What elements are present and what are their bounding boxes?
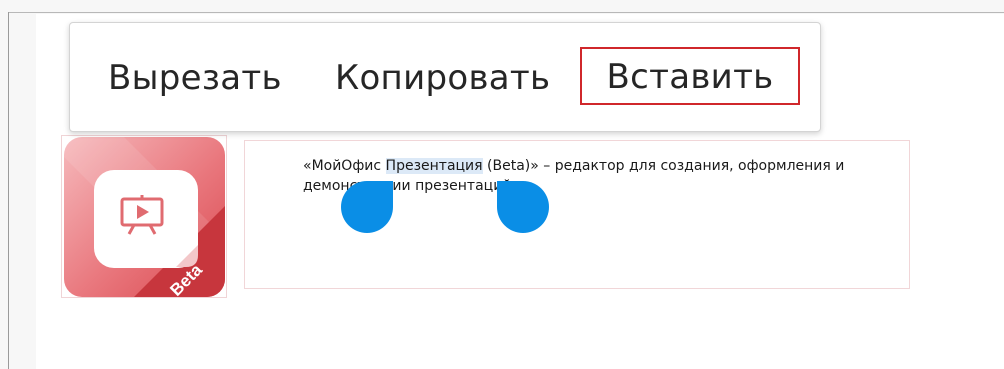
app-icon-frame[interactable]: Beta: [61, 135, 227, 298]
description-prefix: «МойОфис: [303, 158, 386, 174]
frame-left-border: [8, 12, 9, 369]
context-menu: Вырезать Копировать Вставить: [69, 22, 821, 132]
selected-text[interactable]: Презентация: [385, 158, 483, 174]
description-line2: демонстрации презентаций: [303, 178, 512, 194]
window-frame: Beta «МойОфис Презентация (Beta)» – реда…: [0, 0, 1004, 369]
presentation-screen-icon: Beta: [64, 137, 225, 297]
frame-top-border: [8, 12, 1004, 13]
selection-end-handle[interactable]: [497, 181, 549, 233]
menu-item-paste[interactable]: Вставить: [580, 47, 800, 105]
myoffice-presentation-app-icon: Beta: [64, 137, 225, 297]
description-text[interactable]: «МойОфис Презентация (Beta)» – редактор …: [303, 156, 903, 196]
menu-item-cut[interactable]: Вырезать: [108, 51, 282, 105]
description-box[interactable]: «МойОфис Презентация (Beta)» – редактор …: [244, 140, 910, 289]
description-line1-rest: (Beta)» – редактор для создания, оформле…: [482, 158, 845, 174]
menu-item-copy[interactable]: Копировать: [335, 51, 550, 105]
selection-start-handle[interactable]: [341, 181, 393, 233]
